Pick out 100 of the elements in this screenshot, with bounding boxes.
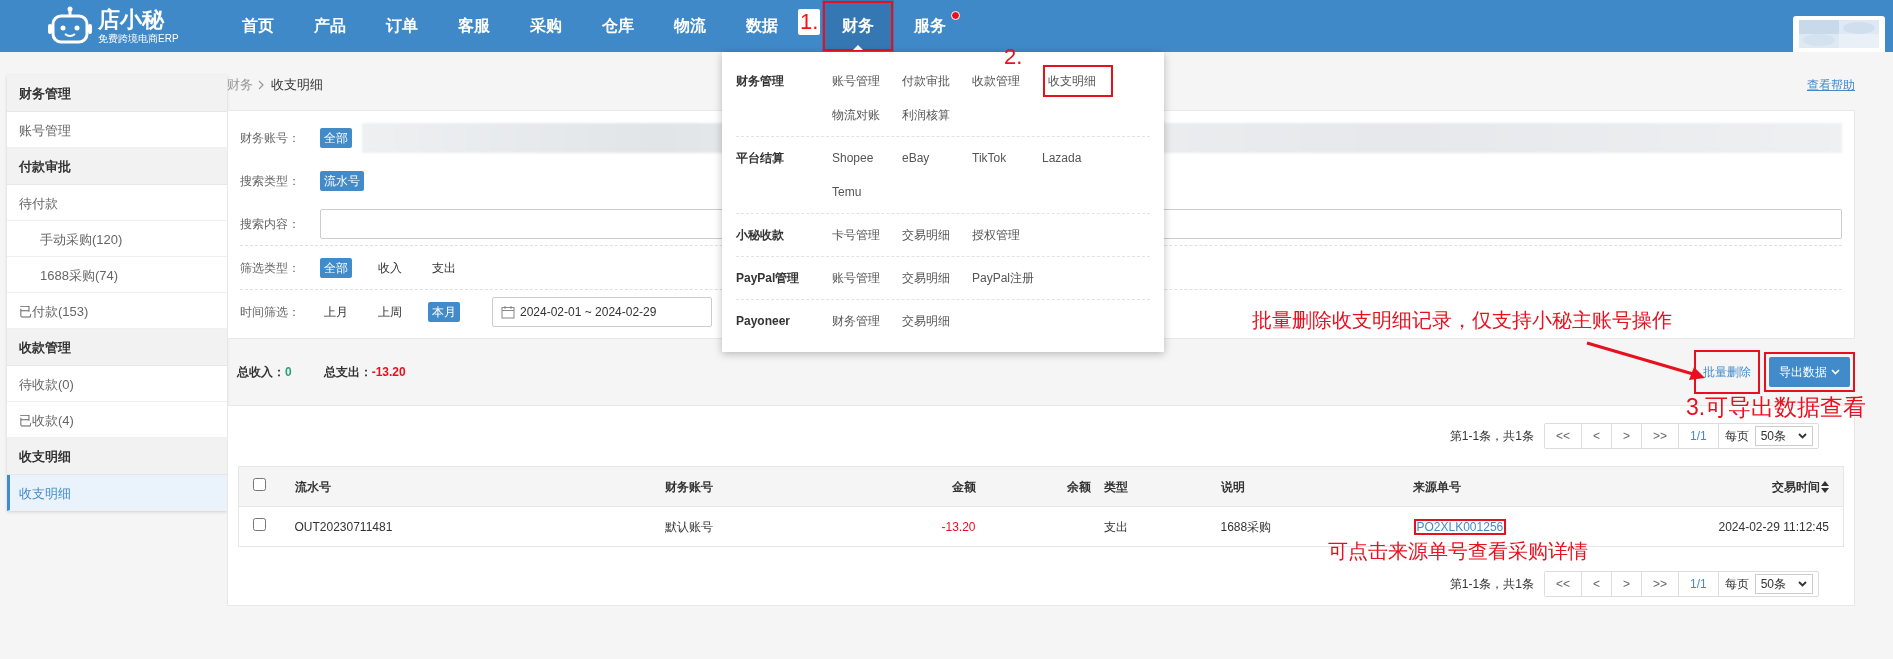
menu-link[interactable]: 交易明细 bbox=[902, 218, 972, 252]
menu-group-title: PayPal管理 bbox=[736, 270, 801, 287]
nav-tab[interactable]: 首页 bbox=[222, 0, 294, 52]
step-number: 1. bbox=[798, 9, 821, 35]
page-button[interactable]: << bbox=[1544, 424, 1582, 448]
filter-label: 时间筛选： bbox=[240, 303, 301, 321]
sidebar-item[interactable]: 已收款(4) bbox=[7, 402, 227, 438]
page-summary: 第1-1条，共1条 bbox=[1449, 576, 1534, 593]
nav-tab[interactable]: 订单 bbox=[366, 0, 438, 52]
nav-tab[interactable]: 物流 bbox=[654, 0, 726, 52]
nav-tab[interactable]: 产品 bbox=[294, 0, 366, 52]
column-header: 流水号 bbox=[294, 479, 331, 494]
sidebar-item[interactable]: 待收款(0) bbox=[7, 366, 227, 402]
row-checkbox[interactable] bbox=[253, 517, 266, 531]
menu-link[interactable]: 收支明细 bbox=[1042, 64, 1114, 98]
menu-group-title: 平台结算 bbox=[736, 150, 785, 167]
filter-option[interactable]: 全部 bbox=[320, 127, 352, 148]
menu-link[interactable]: eBay bbox=[902, 141, 972, 175]
menu-link[interactable]: 卡号管理 bbox=[832, 218, 902, 252]
sidebar-item[interactable]: 待付款 bbox=[7, 185, 227, 221]
menu-link[interactable]: 交易明细 bbox=[902, 304, 972, 338]
robot-logo-icon bbox=[48, 6, 92, 46]
batch-delete-link[interactable]: 批量删除 bbox=[1699, 355, 1755, 389]
sidebar-item[interactable]: 收支明细 bbox=[7, 475, 227, 511]
table-cell: 默认账号 bbox=[664, 519, 713, 534]
column-header: 说明 bbox=[1220, 479, 1245, 494]
column-header: 金额 bbox=[951, 479, 976, 494]
filter-option[interactable]: 本月 bbox=[428, 301, 460, 322]
menu-link[interactable]: 交易明细 bbox=[902, 261, 972, 295]
table-cell: -13.20 bbox=[941, 519, 976, 534]
table-cell: 2024-02-29 11:12:45 bbox=[1718, 519, 1829, 534]
filter-label: 搜索内容： bbox=[240, 215, 301, 233]
filter-option[interactable]: 收入 bbox=[374, 257, 406, 278]
menu-link[interactable]: TikTok bbox=[972, 141, 1042, 175]
annotation-text: 3.可导出数据查看 bbox=[1686, 395, 1867, 421]
annotation-text: 可点击来源单号查看采购详情 bbox=[1328, 540, 1588, 562]
page-button[interactable]: << bbox=[1544, 572, 1582, 596]
menu-link[interactable]: 授权管理 bbox=[972, 218, 1042, 252]
logo-text: 店小秘 bbox=[98, 8, 166, 31]
sidebar-item[interactable]: 已付款(153) bbox=[7, 293, 227, 329]
menu-link[interactable]: 账号管理 bbox=[832, 64, 902, 98]
total-label: 总收入： bbox=[237, 364, 285, 381]
menu-group-title: 小秘收款 bbox=[736, 227, 785, 244]
column-header: 来源单号 bbox=[1412, 479, 1461, 494]
nav-tab[interactable]: 采购 bbox=[510, 0, 582, 52]
sidebar-item[interactable]: 账号管理 bbox=[7, 112, 227, 148]
logo-tagline: 免费跨境电商ERP bbox=[98, 33, 179, 44]
per-page-select[interactable]: 50条 bbox=[1754, 574, 1813, 594]
filter-option[interactable]: 上月 bbox=[320, 301, 352, 322]
per-page-label: 每页 bbox=[1723, 576, 1750, 593]
per-page-select[interactable]: 50条 bbox=[1754, 426, 1813, 446]
menu-link[interactable]: 利润核算 bbox=[902, 98, 972, 132]
header-checkbox[interactable] bbox=[253, 477, 266, 491]
menu-link[interactable]: 财务管理 bbox=[832, 304, 902, 338]
sidebar-item[interactable]: 手动采购(120) bbox=[7, 221, 227, 257]
caret-icon bbox=[853, 45, 864, 50]
total-value: -13.20 bbox=[371, 364, 406, 381]
nav-tab[interactable]: 仓库 bbox=[582, 0, 654, 52]
table-cell: OUT20230711481 bbox=[294, 519, 393, 534]
help-link[interactable]: 查看帮助 bbox=[1807, 76, 1855, 94]
menu-group-title: Payoneer bbox=[736, 313, 792, 330]
nav-tab[interactable]: 数据 bbox=[726, 0, 798, 52]
source-order-link[interactable]: PO2XLK001256 bbox=[1412, 517, 1508, 536]
menu-link[interactable]: 账号管理 bbox=[832, 261, 902, 295]
column-header: 余额 bbox=[1066, 479, 1091, 494]
annotation-text: 批量删除收支明细记录，仅支持小秘主账号操作 bbox=[1252, 309, 1672, 331]
menu-link[interactable]: Lazada bbox=[1042, 141, 1112, 175]
chevron-down-icon bbox=[1798, 581, 1807, 587]
sidebar-heading: 收款管理 bbox=[7, 329, 227, 366]
nav-tab[interactable]: 服务 bbox=[894, 0, 967, 52]
menu-link[interactable]: 物流对账 bbox=[832, 98, 902, 132]
sidebar-heading: 财务管理 bbox=[7, 75, 227, 112]
filter-option[interactable]: 上周 bbox=[374, 301, 406, 322]
table-cell: 1688采购 bbox=[1220, 519, 1272, 534]
filter-label: 财务账号： bbox=[240, 129, 301, 147]
date-range-field[interactable]: 2024-02-01 ~ 2024-02-29 bbox=[492, 296, 712, 327]
menu-link[interactable]: 付款审批 bbox=[902, 64, 972, 98]
export-button[interactable]: 导出数据 bbox=[1769, 357, 1850, 387]
filter-option[interactable]: 全部 bbox=[320, 257, 352, 278]
menu-link[interactable]: Temu bbox=[832, 175, 902, 209]
menu-link[interactable]: Shopee bbox=[832, 141, 902, 175]
nav-tab[interactable]: 客服 bbox=[438, 0, 510, 52]
filter-option[interactable]: 流水号 bbox=[320, 170, 364, 191]
menu-link[interactable]: PayPal注册 bbox=[972, 261, 1042, 295]
per-page-label: 每页 bbox=[1723, 428, 1750, 445]
sidebar-item[interactable]: 1688采购(74) bbox=[7, 257, 227, 293]
filter-label: 搜索类型： bbox=[240, 172, 301, 190]
date-range-text: 2024-02-01 ~ 2024-02-29 bbox=[520, 303, 657, 321]
table-cell: 支出 bbox=[1103, 519, 1128, 534]
filter-option[interactable]: 支出 bbox=[428, 257, 460, 278]
column-header: 交易时间 bbox=[1772, 479, 1820, 494]
page-summary: 第1-1条，共1条 bbox=[1449, 428, 1534, 445]
menu-group-title: 财务管理 bbox=[736, 73, 785, 90]
filter-label: 筛选类型： bbox=[240, 259, 301, 277]
breadcrumb-item: 收支明细 bbox=[271, 76, 323, 95]
nav-tab[interactable]: 财务 bbox=[822, 0, 895, 52]
sidebar-heading: 收支明细 bbox=[7, 438, 227, 475]
column-header: 财务账号 bbox=[664, 479, 713, 494]
total-value: 0 bbox=[285, 364, 292, 381]
total-label: 总支出： bbox=[323, 364, 372, 381]
